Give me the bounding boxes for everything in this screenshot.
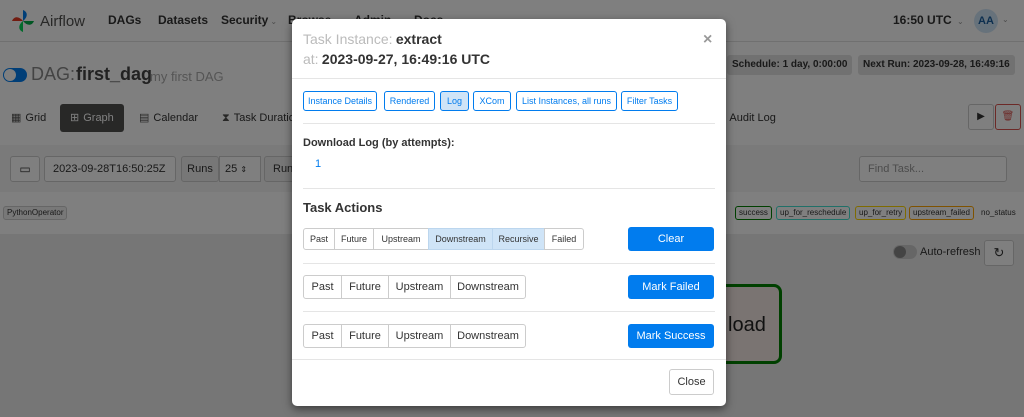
modal-footer-divider: [292, 359, 726, 360]
at-label: at:: [303, 51, 319, 67]
clear-recursive-toggle[interactable]: Recursive: [492, 228, 545, 250]
task-instance-modal: Task Instance: extract at: 2023-09-27, 1…: [292, 19, 726, 406]
xcom-button[interactable]: XCom: [473, 91, 511, 111]
mark-success-past-toggle[interactable]: Past: [303, 324, 342, 348]
execution-date: 2023-09-27, 16:49:16 UTC: [321, 51, 491, 67]
close-icon[interactable]: ×: [703, 31, 712, 49]
clear-failed-toggle[interactable]: Failed: [544, 228, 584, 250]
mark-success-future-toggle[interactable]: Future: [341, 324, 389, 348]
mark-success-upstream-toggle[interactable]: Upstream: [388, 324, 451, 348]
divider: [303, 188, 715, 189]
log-attempt-link[interactable]: 1: [315, 158, 321, 170]
close-button[interactable]: Close: [669, 369, 714, 395]
task-id: extract: [395, 31, 442, 47]
divider: [303, 263, 715, 264]
mark-success-downstream-toggle[interactable]: Downstream: [450, 324, 526, 348]
download-log-label: Download Log (by attempts):: [303, 137, 455, 149]
clear-upstream-toggle[interactable]: Upstream: [373, 228, 429, 250]
task-instance-label: Task Instance:: [303, 31, 393, 47]
mark-success-button[interactable]: Mark Success: [628, 324, 714, 348]
modal-header: Task Instance: extract at: 2023-09-27, 1…: [292, 19, 726, 79]
list-instances-button[interactable]: List Instances, all runs: [516, 91, 617, 111]
rendered-button[interactable]: Rendered: [384, 91, 435, 111]
mark-failed-button[interactable]: Mark Failed: [628, 275, 714, 299]
mark-failed-downstream-toggle[interactable]: Downstream: [450, 275, 526, 299]
filter-tasks-button[interactable]: Filter Tasks: [621, 91, 678, 111]
mark-failed-past-toggle[interactable]: Past: [303, 275, 342, 299]
clear-downstream-toggle[interactable]: Downstream: [428, 228, 493, 250]
divider: [303, 311, 715, 312]
task-actions-title: Task Actions: [303, 200, 383, 215]
divider: [303, 123, 715, 124]
clear-past-toggle[interactable]: Past: [303, 228, 335, 250]
mark-failed-future-toggle[interactable]: Future: [341, 275, 389, 299]
instance-details-button[interactable]: Instance Details: [303, 91, 377, 111]
mark-failed-upstream-toggle[interactable]: Upstream: [388, 275, 451, 299]
clear-button[interactable]: Clear: [628, 227, 714, 251]
log-button[interactable]: Log: [440, 91, 469, 111]
clear-future-toggle[interactable]: Future: [334, 228, 374, 250]
